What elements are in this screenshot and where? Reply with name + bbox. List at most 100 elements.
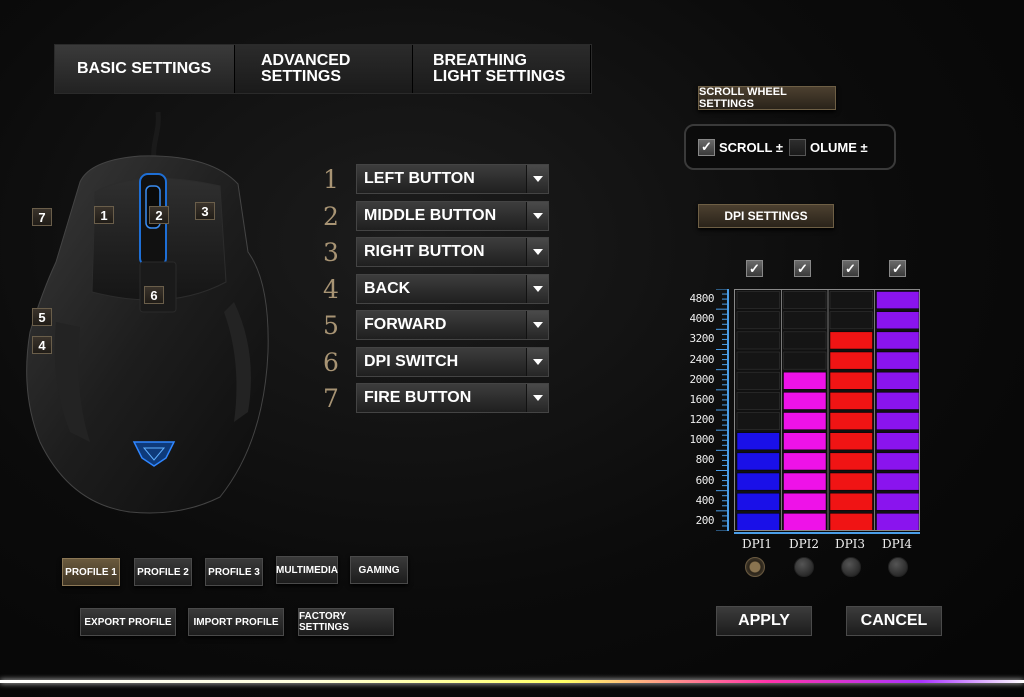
- chevron-down-icon: [526, 275, 548, 303]
- dpi3-select-radio[interactable]: [841, 557, 861, 577]
- dpi-tick-label: 3200: [689, 332, 715, 346]
- dpi4-bar-segment: [876, 412, 919, 430]
- chevron-down-icon: [526, 348, 548, 376]
- tab-label: ADVANCED SETTINGS: [261, 52, 351, 85]
- tab-breathing-light-settings[interactable]: BREATHING LIGHT SETTINGS: [413, 45, 591, 93]
- dpi1-bar-segment: [736, 472, 780, 491]
- dpi-grid-cell: [783, 351, 827, 370]
- dpi2-bar-segment: [783, 412, 827, 430]
- mouse-badge-3: 3: [195, 202, 215, 220]
- dpi3-bar-segment: [829, 432, 873, 451]
- tab-basic-settings[interactable]: BASIC SETTINGS: [55, 45, 235, 93]
- mapping-dropdown-6[interactable]: DPI SWITCH: [356, 347, 549, 377]
- dpi-tick-label: 2000: [689, 372, 715, 386]
- dpi2-bar-segment: [783, 513, 827, 530]
- export-profile-button[interactable]: EXPORT PROFILE: [80, 608, 176, 636]
- mapping-row-7: 7 FIRE BUTTON: [316, 383, 549, 413]
- dpi1-bar-segment: [736, 432, 780, 451]
- import-profile-button[interactable]: IMPORT PROFILE: [188, 608, 284, 636]
- dpi2-select-radio[interactable]: [794, 557, 814, 577]
- dpi3-bar-segment: [829, 351, 873, 370]
- dpi-tick-label: 1000: [689, 433, 715, 447]
- mouse-badge-7: 7: [32, 208, 52, 226]
- multimedia-button[interactable]: MULTIMEDIA: [276, 556, 338, 584]
- dpi-grid-cell: [736, 351, 780, 370]
- dpi2-bar-segment: [783, 472, 827, 491]
- dpi-grid-cell: [829, 311, 873, 330]
- dpi4-bar-segment: [876, 513, 919, 530]
- cancel-button[interactable]: CANCEL: [846, 606, 942, 636]
- mapping-dropdown-1[interactable]: LEFT BUTTON: [356, 164, 549, 194]
- gaming-button[interactable]: GAMING: [350, 556, 408, 584]
- mapping-dropdown-4[interactable]: BACK: [356, 274, 549, 304]
- chevron-down-icon: [526, 238, 548, 266]
- dpi1-select-radio[interactable]: [745, 557, 765, 577]
- mapping-dropdown-5[interactable]: FORWARD: [356, 310, 549, 340]
- dpi2-bar-segment: [783, 492, 827, 511]
- mapping-dropdown-2[interactable]: MIDDLE BUTTON: [356, 201, 549, 231]
- dpi3-bar-segment: [829, 331, 873, 350]
- scroll-option-label: SCROLL ±: [719, 139, 783, 155]
- dpi-grid-cell: [736, 311, 780, 330]
- dpi2-bar-segment: [783, 371, 827, 390]
- mouse-badge-1: 1: [94, 206, 114, 224]
- mapping-number: 4: [323, 274, 339, 304]
- mapping-row-5: 5 FORWARD: [316, 310, 549, 340]
- dpi1-enable-checkbox[interactable]: ✓: [746, 260, 763, 277]
- dpi3-bar-segment: [829, 392, 873, 410]
- mapping-row-4: 4 BACK: [316, 274, 549, 304]
- dpi4-select-radio[interactable]: [888, 557, 908, 577]
- dpi4-enable-checkbox[interactable]: ✓: [889, 260, 906, 277]
- mouse-badge-5: 5: [32, 308, 52, 326]
- dpi2-bar-segment: [783, 432, 827, 451]
- mapping-label: FORWARD: [364, 316, 447, 333]
- scroll-wheel-header: SCROLL WHEEL SETTINGS: [698, 86, 836, 110]
- chevron-down-icon: [526, 202, 548, 230]
- mapping-number: 3: [323, 237, 339, 267]
- dpi2-bar-segment: [783, 452, 827, 471]
- dpi2-enable-checkbox[interactable]: ✓: [794, 260, 811, 277]
- dpi4-bar-segment: [876, 472, 919, 491]
- dpi-tick-label: 800: [695, 453, 715, 467]
- mapping-dropdown-7[interactable]: FIRE BUTTON: [356, 383, 549, 413]
- volume-option-label: OLUME ±: [809, 139, 868, 155]
- dpi-grid-cell: [736, 371, 780, 390]
- dpi1-bar-segment: [736, 452, 780, 471]
- dpi-grid-cell: [736, 291, 780, 309]
- mapping-number: 2: [323, 201, 339, 231]
- dpi-ruler: [716, 289, 729, 531]
- chevron-down-icon: [526, 165, 548, 193]
- dpi-grid-cell: [736, 392, 780, 410]
- mouse-illustration: 1 2 3 4 5 6 7: [20, 111, 280, 522]
- dpi-grid-cell: [783, 311, 827, 330]
- mapping-number: 6: [323, 347, 339, 377]
- mouse-badge-4: 4: [32, 336, 52, 354]
- dpi-grid-cell: [829, 291, 873, 309]
- scroll-checkbox[interactable]: ✓: [698, 138, 715, 156]
- apply-button[interactable]: APPLY: [716, 606, 812, 636]
- dpi4-bar-segment: [876, 371, 919, 390]
- profile-3-button[interactable]: PROFILE 3: [205, 558, 263, 586]
- dpi-tick-label: 4800: [689, 292, 715, 306]
- volume-checkbox[interactable]: [788, 138, 806, 156]
- mouse-badge-6: 6: [144, 286, 164, 304]
- dpi-bar-chart[interactable]: [734, 289, 920, 531]
- mapping-label: DPI SWITCH: [364, 353, 459, 370]
- mapping-dropdown-3[interactable]: RIGHT BUTTON: [356, 237, 549, 267]
- scroll-wheel-options: ✓ SCROLL ± OLUME ±: [684, 124, 896, 170]
- factory-settings-button[interactable]: FACTORY SETTINGS: [298, 608, 394, 636]
- tab-advanced-settings[interactable]: ADVANCED SETTINGS: [235, 45, 413, 93]
- dpi3-enable-checkbox[interactable]: ✓: [842, 260, 859, 277]
- dpi3-label: DPI3: [834, 537, 866, 551]
- dpi-tick-label: 4000: [689, 312, 715, 326]
- dpi3-bar-segment: [829, 513, 873, 530]
- chevron-down-icon: [526, 311, 548, 339]
- dpi-tick-label: 1200: [689, 413, 715, 427]
- tab-label: BASIC SETTINGS: [77, 60, 212, 77]
- button-mapping-list: 1 LEFT BUTTON 2 MIDDLE BUTTON 3 RIGHT BU…: [316, 164, 556, 416]
- settings-tabs: BASIC SETTINGS ADVANCED SETTINGS BREATHI…: [54, 44, 592, 94]
- dpi3-bar-segment: [829, 412, 873, 430]
- dpi4-label: DPI4: [881, 537, 913, 551]
- profile-2-button[interactable]: PROFILE 2: [134, 558, 192, 586]
- profile-1-button[interactable]: PROFILE 1: [62, 558, 120, 586]
